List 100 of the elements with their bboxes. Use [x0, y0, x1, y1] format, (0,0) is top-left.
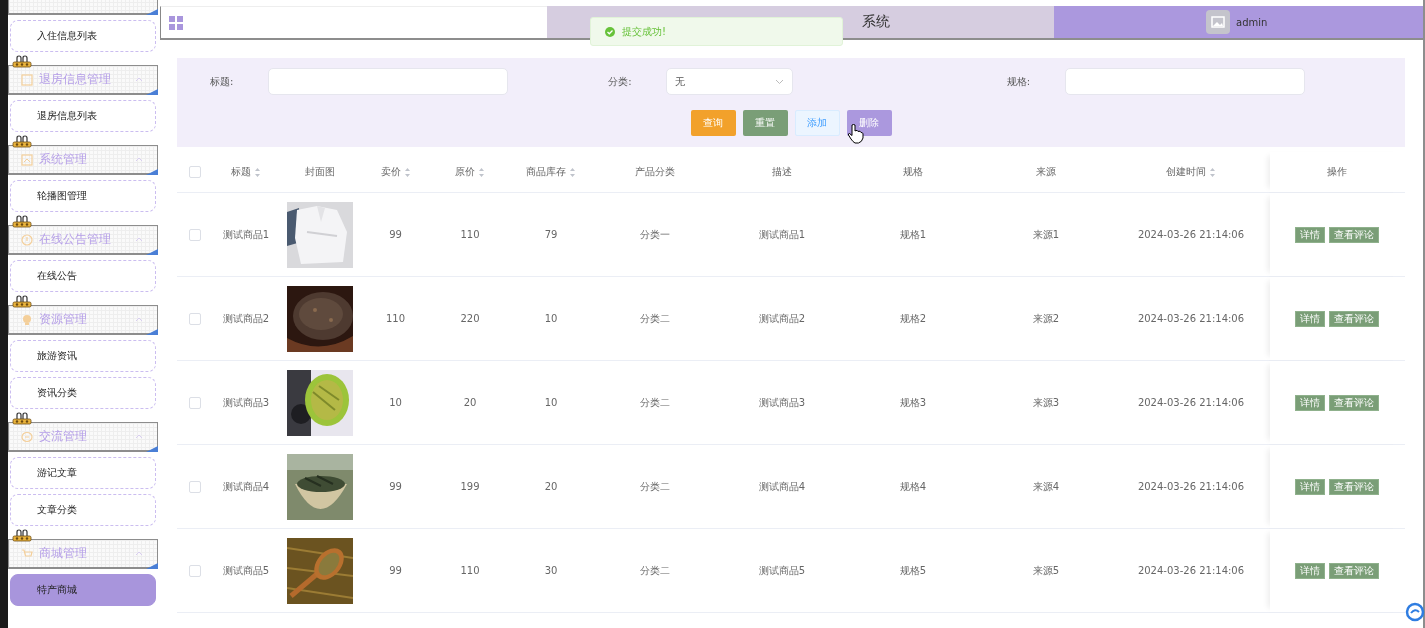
table-cell: 99 — [389, 229, 402, 240]
avatar-icon — [1206, 10, 1230, 34]
table-cell: 分类二 — [640, 395, 670, 410]
column-header[interactable]: 商品库存 — [526, 165, 566, 179]
table-cell: 2024-03-26 21:14:06 — [1137, 481, 1245, 492]
text-field[interactable] — [1064, 68, 1305, 95]
field-label: 规格: — [1006, 74, 1032, 89]
menu-item[interactable]: 游记文章 — [10, 457, 156, 489]
table-cell: 79 — [544, 229, 558, 240]
add-button[interactable]: 添加 — [794, 110, 840, 136]
details-button[interactable]: 详情 — [1295, 310, 1325, 327]
table-cell: 测试商品3 — [222, 395, 270, 410]
table-cell: 10 — [389, 397, 402, 408]
table-cell: 2024-03-26 21:14:06 — [1137, 397, 1245, 408]
menu-group-label: 在线公告管理 — [39, 231, 111, 248]
menu-item[interactable]: 特产商城 — [10, 574, 156, 606]
table-cell: 分类一 — [640, 227, 670, 242]
menu-icon-outline — [21, 233, 33, 246]
table-cell: 规格3 — [899, 395, 927, 410]
table-cell: 2024-03-26 21:14:06 — [1137, 229, 1245, 240]
table-cell: 来源1 — [1032, 227, 1060, 242]
select-field[interactable]: 无 — [666, 68, 794, 95]
table-cell: 199 — [460, 481, 480, 492]
menu-item[interactable]: 轮播图管理 — [10, 180, 156, 212]
chevron-icon — [135, 76, 143, 83]
table-cell: 来源5 — [1032, 563, 1060, 578]
menu-group-header[interactable]: 商城管理 — [8, 539, 158, 569]
table-cell: 220 — [460, 313, 480, 324]
menu-item[interactable]: 在线公告 — [10, 260, 156, 292]
column-header[interactable]: 创建时间 — [1166, 165, 1206, 179]
column-header: 产品分类 — [635, 165, 675, 179]
column-header[interactable]: 卖价 — [380, 165, 401, 179]
checkbox[interactable] — [189, 228, 201, 241]
menu-group-header[interactable]: 资源管理 — [8, 305, 158, 335]
menu-icon-outline — [21, 547, 33, 560]
table-cell: 规格2 — [899, 311, 927, 326]
column-header[interactable]: 原价 — [455, 165, 475, 179]
menu-icon — [169, 15, 183, 30]
menu-group-header[interactable]: 系统管理 — [8, 145, 158, 175]
app-title: 系统 — [861, 13, 890, 31]
menu-group-label: 资源管理 — [39, 311, 87, 328]
table-cell: 来源3 — [1032, 395, 1060, 410]
checkbox[interactable] — [189, 166, 201, 178]
binder-clip-icon — [12, 135, 32, 148]
table-cell: 测试商品5 — [758, 563, 806, 578]
menu-group-header[interactable]: 在线公告管理 — [8, 225, 158, 255]
view-comments-button[interactable]: 查看评论 — [1329, 394, 1379, 411]
table-cell: 规格5 — [899, 563, 927, 578]
table-cell: 20 — [544, 481, 558, 492]
view-comments-button[interactable]: 查看评论 — [1329, 562, 1379, 579]
checkbox[interactable] — [189, 564, 201, 577]
table-cell: 20 — [463, 397, 477, 408]
float-button-icon[interactable] — [1405, 602, 1425, 622]
view-comments-button[interactable]: 查看评论 — [1329, 226, 1379, 243]
column-header: 来源 — [1036, 165, 1056, 179]
column-header: 操作 — [1327, 165, 1347, 179]
table-cell: 测试商品2 — [758, 311, 806, 326]
checkbox[interactable] — [189, 396, 201, 409]
menu-icon-outline — [21, 430, 33, 443]
reset-button[interactable]: 重置 — [742, 110, 788, 136]
view-comments-button[interactable]: 查看评论 — [1329, 478, 1379, 495]
chevron-down-icon — [775, 78, 785, 85]
checkbox[interactable] — [189, 312, 201, 325]
menu-group-header[interactable]: 退房信息管理 — [8, 65, 158, 95]
table-cell: 2024-03-26 21:14:06 — [1137, 565, 1245, 576]
table-cell: 测试商品1 — [758, 227, 806, 242]
table-cell: 10 — [544, 313, 558, 324]
menu-item[interactable]: 旅游资讯 — [10, 340, 156, 372]
text-field[interactable] — [268, 68, 508, 95]
table-cell: 测试商品5 — [222, 563, 270, 578]
details-button[interactable]: 详情 — [1295, 562, 1325, 579]
user-name[interactable]: admin — [1236, 16, 1268, 28]
details-button[interactable]: 详情 — [1295, 226, 1325, 243]
menu-item[interactable]: 资讯分类 — [10, 377, 156, 409]
table-cell: 110 — [460, 229, 480, 240]
menu-item[interactable]: 文章分类 — [10, 494, 156, 526]
details-button[interactable]: 详情 — [1295, 478, 1325, 495]
menu-group-label: 交流管理 — [39, 428, 87, 445]
menu-group-header[interactable]: 交流管理 — [8, 422, 158, 452]
menu-group-label: 商城管理 — [39, 545, 87, 562]
table-cell: 分类二 — [640, 563, 670, 578]
table-cell: 测试商品1 — [222, 227, 270, 242]
checkbox[interactable] — [189, 480, 201, 493]
table-cell: 规格4 — [899, 479, 927, 494]
table-cell: 2024-03-26 21:14:06 — [1137, 313, 1245, 324]
details-button[interactable]: 详情 — [1295, 394, 1325, 411]
chevron-icon — [135, 316, 143, 323]
chevron-icon — [135, 156, 143, 163]
binder-clip-icon — [12, 55, 32, 68]
menu-item[interactable]: 退房信息列表 — [10, 100, 156, 132]
column-header[interactable]: 标题 — [231, 165, 251, 179]
chevron-icon — [135, 550, 143, 557]
table-cell: 来源2 — [1032, 311, 1060, 326]
table-cell: 99 — [389, 565, 402, 576]
delete-button[interactable]: 删除 — [846, 110, 892, 136]
table-cell: 分类二 — [640, 479, 670, 494]
view-comments-button[interactable]: 查看评论 — [1329, 310, 1379, 327]
column-header: 封面图 — [305, 165, 335, 179]
search-button[interactable]: 查询 — [690, 110, 736, 136]
menu-item[interactable]: 入住信息列表 — [10, 20, 156, 52]
